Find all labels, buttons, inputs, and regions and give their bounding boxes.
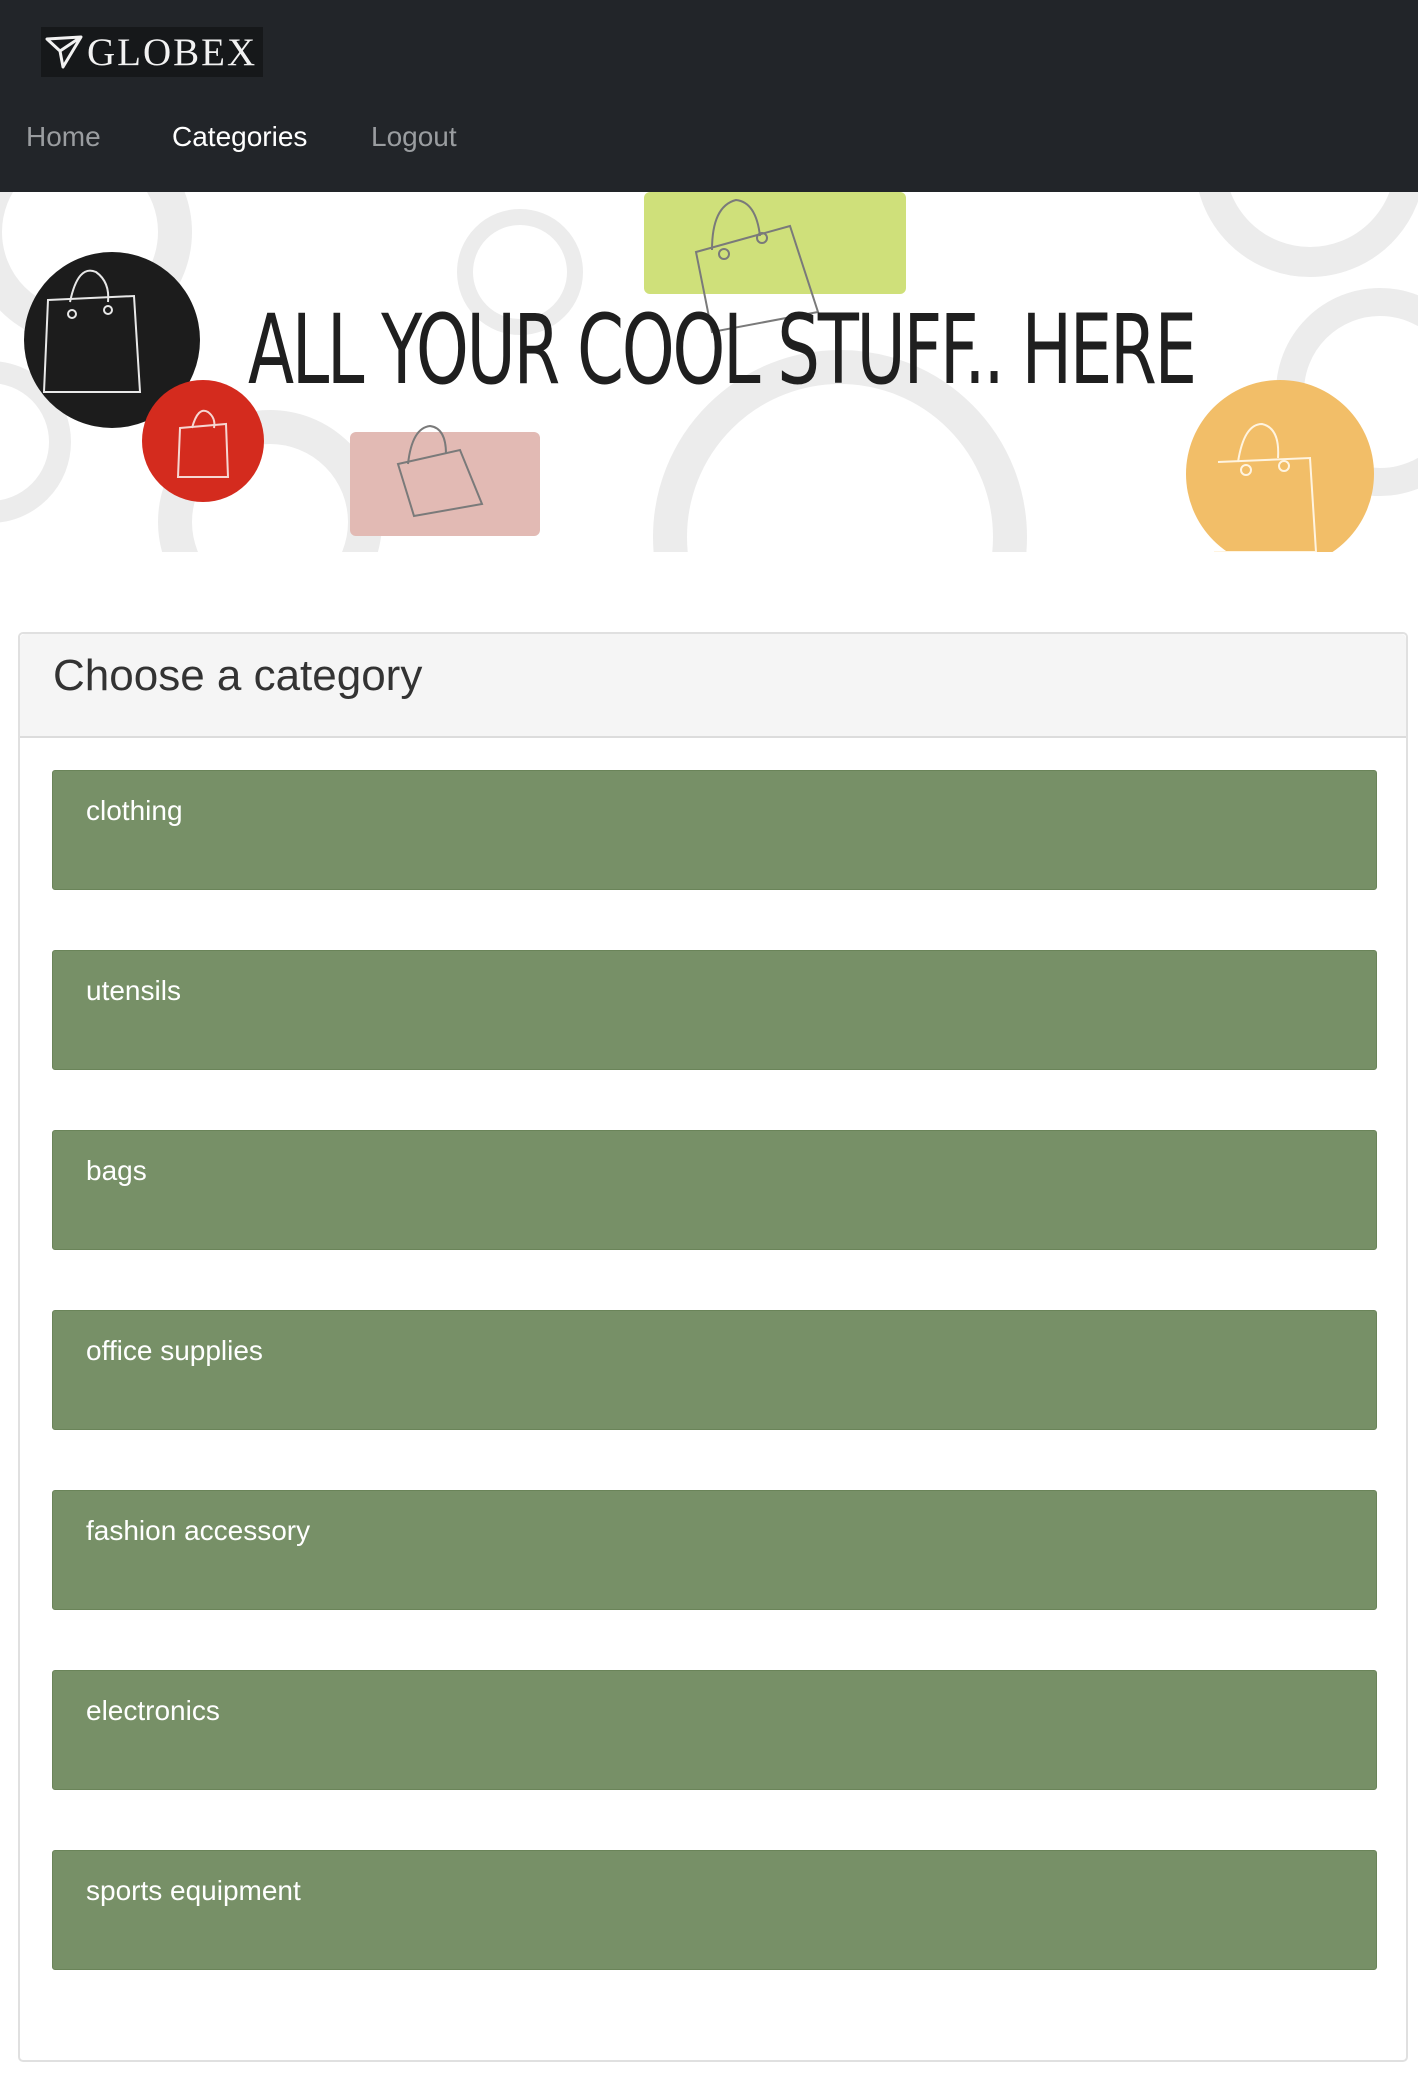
top-navbar: GLOBEX Home Categories Logout [0, 0, 1418, 192]
nav-home[interactable]: Home [26, 119, 101, 155]
orange-bag-icon [1186, 380, 1374, 552]
category-list: clothing utensils bags office supplies f… [52, 770, 1377, 2030]
category-label: office supplies [86, 1335, 263, 1366]
nav-logout[interactable]: Logout [371, 119, 457, 155]
category-label: clothing [86, 795, 183, 826]
brand-name: GLOBEX [87, 30, 258, 74]
category-panel: Choose a category clothing utensils bags… [18, 632, 1408, 2062]
panel-title: Choose a category [53, 651, 423, 700]
nav-categories[interactable]: Categories [172, 119, 307, 155]
category-label: utensils [86, 975, 181, 1006]
category-label: sports equipment [86, 1875, 301, 1906]
pink-bag-icon [350, 424, 540, 536]
category-item-sports-equipment[interactable]: sports equipment [52, 1850, 1377, 1970]
category-item-office-supplies[interactable]: office supplies [52, 1310, 1377, 1430]
category-item-clothing[interactable]: clothing [52, 770, 1377, 890]
category-label: electronics [86, 1695, 220, 1726]
hero-banner: ALL YOUR COOL STUFF.. HERE [0, 192, 1418, 552]
brand-logo[interactable]: GLOBEX [41, 27, 264, 77]
category-item-utensils[interactable]: utensils [52, 950, 1377, 1070]
paper-plane-icon [45, 33, 83, 71]
category-label: bags [86, 1155, 147, 1186]
category-label: fashion accessory [86, 1515, 311, 1546]
banner-title: ALL YOUR COOL STUFF.. HERE [248, 294, 1197, 406]
category-item-bags[interactable]: bags [52, 1130, 1377, 1250]
panel-heading: Choose a category [20, 634, 1406, 738]
red-bag-icon [142, 380, 264, 502]
category-item-fashion-accessory[interactable]: fashion accessory [52, 1490, 1377, 1610]
category-item-electronics[interactable]: electronics [52, 1670, 1377, 1790]
